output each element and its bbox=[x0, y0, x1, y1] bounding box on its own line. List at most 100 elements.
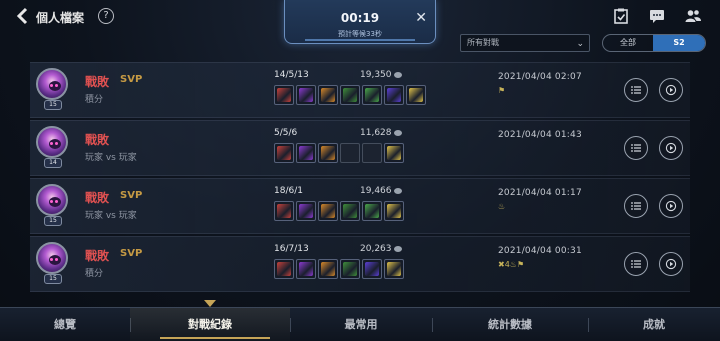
match-row[interactable]: 15 戰敗 SVP 積分 16/7/13 20,263 2021/04/04 00:31 ✖4… bbox=[30, 236, 690, 292]
hero-portrait-icon bbox=[36, 184, 68, 216]
replay-icon bbox=[665, 258, 677, 270]
match-replay-button[interactable] bbox=[659, 78, 683, 102]
match-mode: 玩家 vs 玩家 bbox=[85, 153, 137, 163]
equipment-item-icon bbox=[318, 143, 338, 163]
match-achievement-badges: ⚑ bbox=[498, 86, 506, 95]
match-row[interactable]: 14 戰敗 玩家 vs 玩家 5/5/6 11,628 2021/04/04 01:43 bbox=[30, 120, 690, 176]
gold-earned: 11,628 bbox=[360, 128, 402, 138]
list-icon bbox=[631, 86, 641, 94]
back-chevron-icon[interactable] bbox=[14, 7, 32, 25]
equipment-item-icon bbox=[274, 85, 294, 105]
gold-earned: 20,263 bbox=[360, 244, 402, 254]
hero-level-badge: 14 bbox=[44, 158, 62, 168]
equipment-item-icon bbox=[340, 201, 360, 221]
nav-overview[interactable]: 總覽 bbox=[0, 308, 130, 341]
equipment-item-icon bbox=[274, 143, 294, 163]
equipment-items bbox=[274, 85, 426, 105]
match-type-dropdown[interactable]: 所有對戰 ⌄ bbox=[460, 34, 590, 52]
hero-avatar[interactable]: 15 bbox=[36, 242, 70, 286]
match-result: 戰敗 bbox=[85, 75, 110, 89]
hero-portrait-icon bbox=[36, 126, 68, 158]
equipment-item-icon bbox=[318, 201, 338, 221]
chat-icon[interactable] bbox=[648, 7, 666, 25]
match-replay-button[interactable] bbox=[659, 136, 683, 160]
gold-earned: 19,350 bbox=[360, 70, 402, 80]
match-mode: 玩家 vs 玩家 bbox=[85, 211, 137, 221]
gold-coin-icon bbox=[393, 245, 402, 252]
kda-stats: 16/7/13 bbox=[274, 244, 309, 254]
match-achievement-badges: ♨ bbox=[498, 202, 506, 211]
friends-icon[interactable] bbox=[684, 7, 702, 25]
match-details-button[interactable] bbox=[624, 194, 648, 218]
match-row[interactable]: 15 戰敗 SVP 積分 14/5/13 19,350 2021/04/04 02:07 ⚑ bbox=[30, 62, 690, 118]
equipment-items bbox=[274, 143, 404, 163]
equipment-item-icon bbox=[274, 201, 294, 221]
match-achievement-badges: ✖4♨⚑ bbox=[498, 260, 525, 269]
kda-stats: 14/5/13 bbox=[274, 70, 309, 80]
equipment-item-icon bbox=[296, 201, 316, 221]
chevron-down-icon: ⌄ bbox=[576, 39, 584, 49]
equipment-item-icon bbox=[384, 259, 404, 279]
svp-badge: SVP bbox=[120, 248, 143, 259]
match-details-button[interactable] bbox=[624, 78, 648, 102]
match-replay-button[interactable] bbox=[659, 252, 683, 276]
match-details-button[interactable] bbox=[624, 136, 648, 160]
kda-stats: 18/6/1 bbox=[274, 186, 303, 196]
equipment-item-icon bbox=[384, 85, 404, 105]
nav-statistics[interactable]: 統計數據 bbox=[432, 308, 588, 341]
season-current-tab[interactable]: S2 bbox=[653, 35, 705, 51]
equipment-items bbox=[274, 259, 404, 279]
hero-level-badge: 15 bbox=[44, 274, 62, 284]
nav-achievements[interactable]: 成就 bbox=[588, 308, 720, 341]
gold-coin-icon bbox=[393, 71, 402, 78]
match-type-selected: 所有對戰 bbox=[467, 38, 499, 47]
queue-estimated-wait: 預計等候33秒 bbox=[338, 30, 382, 38]
list-icon bbox=[631, 260, 641, 268]
hero-avatar[interactable]: 15 bbox=[36, 68, 70, 112]
match-replay-button[interactable] bbox=[659, 194, 683, 218]
replay-icon bbox=[665, 142, 677, 154]
hero-level-badge: 15 bbox=[44, 100, 62, 110]
match-row[interactable]: 15 戰敗 SVP 玩家 vs 玩家 18/6/1 19,466 2021/04/04 01… bbox=[30, 178, 690, 234]
equipment-item-icon bbox=[296, 259, 316, 279]
match-result: 戰敗 bbox=[85, 249, 110, 263]
match-datetime: 2021/04/04 02:07 bbox=[498, 72, 582, 82]
replay-icon bbox=[665, 84, 677, 96]
gold-earned: 19,466 bbox=[360, 186, 402, 196]
equipment-item-icon bbox=[318, 259, 338, 279]
svp-badge: SVP bbox=[120, 74, 143, 85]
empty-item-slot bbox=[340, 143, 360, 163]
match-datetime: 2021/04/04 01:17 bbox=[498, 188, 582, 198]
gold-coin-icon bbox=[393, 129, 402, 136]
match-details-button[interactable] bbox=[624, 252, 648, 276]
empty-item-slot bbox=[362, 143, 382, 163]
hero-level-badge: 15 bbox=[44, 216, 62, 226]
help-icon[interactable]: ? bbox=[98, 8, 114, 24]
nav-most-used[interactable]: 最常用 bbox=[290, 308, 432, 341]
equipment-item-icon bbox=[296, 143, 316, 163]
equipment-item-icon bbox=[362, 201, 382, 221]
equipment-item-icon bbox=[318, 85, 338, 105]
match-result: 戰敗 bbox=[85, 133, 110, 147]
clipboard-check-icon[interactable] bbox=[612, 7, 630, 25]
page-title[interactable]: 個人檔案 bbox=[36, 9, 84, 26]
hero-avatar[interactable]: 14 bbox=[36, 126, 70, 170]
queue-progress-line bbox=[305, 39, 415, 41]
cancel-queue-close-icon[interactable]: ✕ bbox=[415, 10, 427, 26]
replay-icon bbox=[665, 200, 677, 212]
hero-avatar[interactable]: 15 bbox=[36, 184, 70, 228]
equipment-item-icon bbox=[274, 259, 294, 279]
equipment-item-icon bbox=[362, 85, 382, 105]
gold-value: 20,263 bbox=[360, 244, 392, 254]
queue-timer: 00:19 bbox=[340, 11, 380, 25]
gold-value: 19,350 bbox=[360, 70, 392, 80]
equipment-item-icon bbox=[340, 85, 360, 105]
hero-portrait-icon bbox=[36, 242, 68, 274]
equipment-item-icon bbox=[340, 259, 360, 279]
match-mode: 積分 bbox=[85, 269, 104, 279]
gold-value: 19,466 bbox=[360, 186, 392, 196]
match-datetime: 2021/04/04 01:43 bbox=[498, 130, 582, 140]
gold-coin-icon bbox=[393, 187, 402, 194]
active-tab-underline bbox=[160, 337, 270, 339]
season-all-tab[interactable]: 全部 bbox=[603, 35, 653, 51]
